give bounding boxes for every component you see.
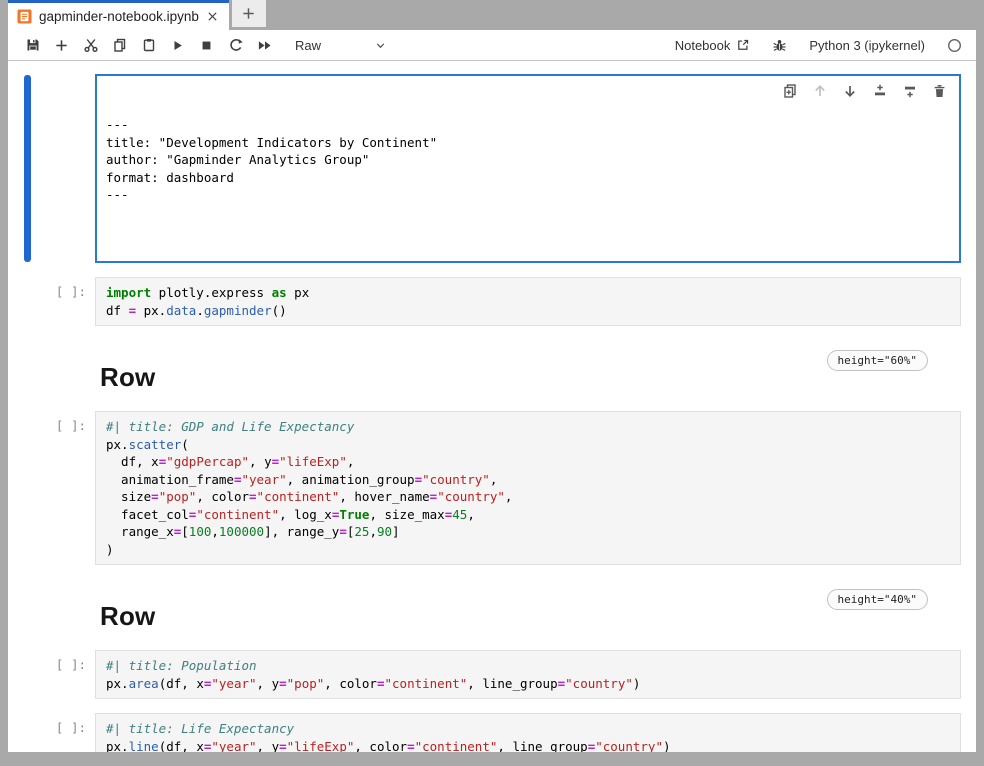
insert-cell-below-button[interactable] xyxy=(902,83,918,99)
save-icon xyxy=(25,37,41,53)
row-heading: Row xyxy=(100,350,155,393)
cut-icon xyxy=(83,37,99,53)
run-icon xyxy=(170,38,185,53)
move-up-button[interactable] xyxy=(812,83,828,99)
external-link-icon xyxy=(736,38,750,52)
markdown-row-heading-1: Row height="60%" xyxy=(8,350,961,393)
chevron-down-icon xyxy=(374,39,387,52)
tab-label: gapminder-notebook.ipynb xyxy=(39,9,199,24)
cell-editor-scatter[interactable]: #| title: GDP and Life Expectancypx.scat… xyxy=(95,411,961,565)
cell-collapser[interactable] xyxy=(24,651,31,698)
run-all-button[interactable] xyxy=(250,32,279,58)
notebook-toolbar: Raw Notebook Python 3 (ipykernel) xyxy=(8,30,976,61)
jupyterlab-window: gapminder-notebook.ipynb xyxy=(0,0,984,766)
cell-imports: [ ]: import plotly.express as pxdf = px.… xyxy=(8,277,961,326)
duplicate-icon xyxy=(782,83,798,99)
cell-area: [ ]: #| title: Populationpx.area(df, x="… xyxy=(8,650,961,699)
tab-gapminder-notebook[interactable]: gapminder-notebook.ipynb xyxy=(8,0,229,30)
cell-prompt: [ ]: xyxy=(8,277,95,326)
move-down-icon xyxy=(842,83,858,99)
markdown-row-heading-2: Row height="40%" xyxy=(8,589,961,632)
move-up-icon xyxy=(812,83,828,99)
cell-editor-area[interactable]: #| title: Populationpx.area(df, x="year"… xyxy=(95,650,961,699)
height-badge: height="40%" xyxy=(827,589,928,610)
interrupt-kernel-button[interactable] xyxy=(192,32,221,58)
notebook-file-icon xyxy=(17,9,32,24)
debugger-bug-icon xyxy=(772,38,787,53)
kernel-name-button[interactable]: Python 3 (ipykernel) xyxy=(809,38,925,53)
height-badge: height="60%" xyxy=(827,350,928,371)
insert-below-icon xyxy=(902,83,918,99)
toolbar-right-group: Notebook Python 3 (ipykernel) xyxy=(675,38,962,53)
tab-bar: gapminder-notebook.ipynb xyxy=(8,0,976,30)
cell-collapser[interactable] xyxy=(24,278,31,325)
cell-scatter: [ ]: #| title: GDP and Life Expectancypx… xyxy=(8,411,961,565)
cell-prompt: [ ]: xyxy=(8,713,95,752)
notebook-content: ---title: "Development Indicators by Con… xyxy=(8,61,976,752)
copy-icon xyxy=(112,37,128,53)
cell-editor-line[interactable]: #| title: Life Expectancypx.line(df, x="… xyxy=(95,713,961,752)
restart-kernel-icon xyxy=(228,37,244,53)
cell-prompt: [ ]: xyxy=(8,650,95,699)
notebook-mode-label: Notebook xyxy=(675,38,731,53)
cell-editor-raw-frontmatter[interactable]: ---title: "Development Indicators by Con… xyxy=(95,74,961,263)
row-heading: Row xyxy=(100,589,155,632)
kernel-status-circle-icon[interactable] xyxy=(947,38,962,53)
delete-icon xyxy=(932,83,947,99)
move-down-button[interactable] xyxy=(842,83,858,99)
restart-kernel-button[interactable] xyxy=(221,32,250,58)
paste-icon xyxy=(141,37,157,53)
new-tab-button[interactable] xyxy=(232,0,266,27)
delete-cell-button[interactable] xyxy=(932,83,947,99)
copy-cells-button[interactable] xyxy=(105,32,134,58)
stop-icon xyxy=(199,38,214,53)
insert-cell-above-button[interactable] xyxy=(872,83,888,99)
cell-collapser[interactable] xyxy=(24,714,31,752)
cell-prompt: [ ]: xyxy=(8,411,95,565)
duplicate-cell-button[interactable] xyxy=(782,83,798,99)
cell-prompt xyxy=(8,74,95,263)
debugger-button[interactable] xyxy=(772,38,787,53)
cell-type-value: Raw xyxy=(295,38,321,53)
cell-collapser[interactable] xyxy=(24,75,31,262)
notebook-panel: Raw Notebook Python 3 (ipykernel) xyxy=(8,30,976,752)
cell-raw-frontmatter: ---title: "Development Indicators by Con… xyxy=(8,74,961,263)
run-all-icon xyxy=(256,38,273,53)
tab-close-icon[interactable] xyxy=(206,10,219,23)
paste-cells-button[interactable] xyxy=(134,32,163,58)
cell-collapser[interactable] xyxy=(24,412,31,564)
cut-cells-button[interactable] xyxy=(76,32,105,58)
insert-cell-button[interactable] xyxy=(47,32,76,58)
cell-type-dropdown[interactable]: Raw xyxy=(291,36,391,55)
save-button[interactable] xyxy=(18,32,47,58)
add-cell-icon xyxy=(54,38,69,53)
run-cell-button[interactable] xyxy=(163,32,192,58)
insert-above-icon xyxy=(872,83,888,99)
cell-toolbar xyxy=(782,83,947,99)
new-tab-plus-icon xyxy=(241,6,256,21)
cell-editor-imports[interactable]: import plotly.express as pxdf = px.data.… xyxy=(95,277,961,326)
cell-line: [ ]: #| title: Life Expectancypx.line(df… xyxy=(8,713,961,752)
kernel-name-label: Python 3 (ipykernel) xyxy=(809,38,925,53)
notebook-mode-button[interactable]: Notebook xyxy=(675,38,751,53)
